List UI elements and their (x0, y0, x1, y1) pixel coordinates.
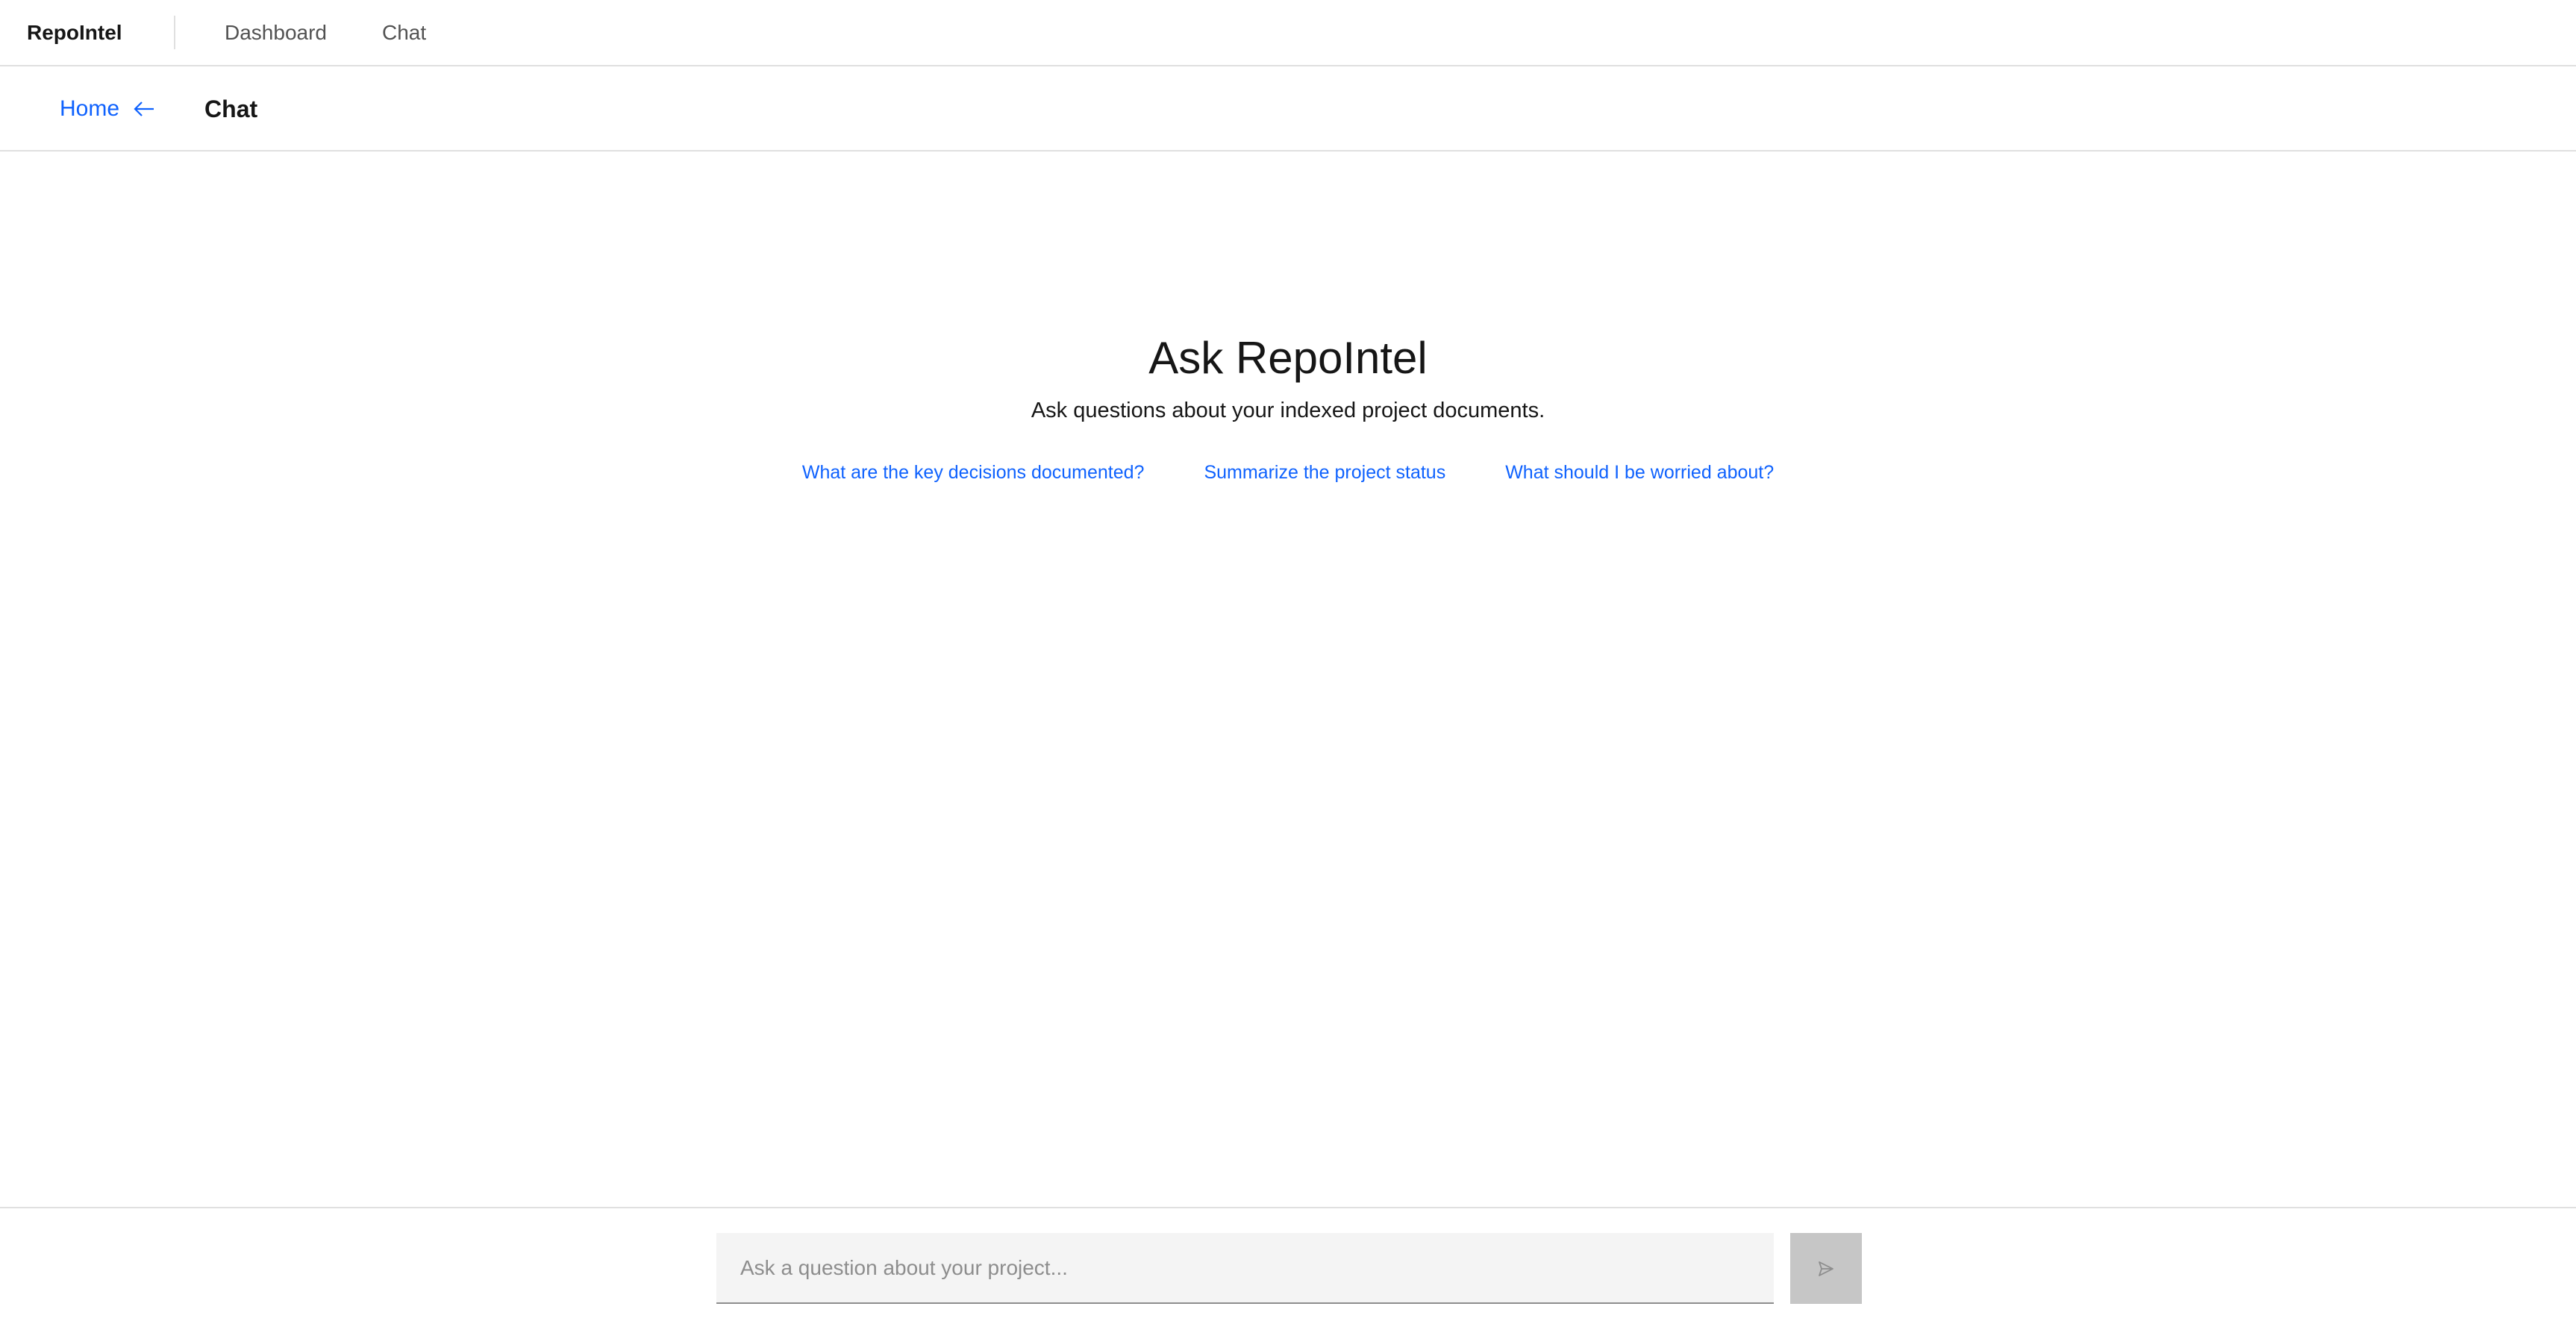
suggestion-key-decisions[interactable]: What are the key decisions documented? (802, 462, 1145, 484)
back-home-link[interactable]: Home (60, 96, 155, 122)
suggestion-worries[interactable]: What should I be worried about? (1505, 462, 1774, 484)
welcome-title: Ask RepoIntel (1148, 333, 1428, 383)
send-icon (1819, 1261, 1833, 1276)
page-title: Chat (204, 95, 258, 122)
suggestion-project-status[interactable]: Summarize the project status (1204, 462, 1445, 484)
arrow-left-icon (134, 102, 154, 116)
top-header: RepoIntel Dashboard Chat (0, 0, 2576, 66)
chat-input[interactable] (716, 1233, 1774, 1304)
nav-item-dashboard[interactable]: Dashboard (225, 21, 327, 45)
chat-composer (0, 1207, 2576, 1330)
brand-logo[interactable]: RepoIntel (0, 16, 175, 49)
back-home-label: Home (60, 96, 120, 121)
nav-item-chat[interactable]: Chat (382, 21, 426, 45)
send-button[interactable] (1790, 1233, 1862, 1304)
page-header: Home Chat (0, 68, 2576, 152)
welcome-subtitle: Ask questions about your indexed project… (1031, 399, 1545, 422)
suggestion-list: What are the key decisions documented? S… (0, 462, 2576, 484)
chat-welcome: Ask RepoIntel Ask questions about your i… (0, 328, 2576, 484)
